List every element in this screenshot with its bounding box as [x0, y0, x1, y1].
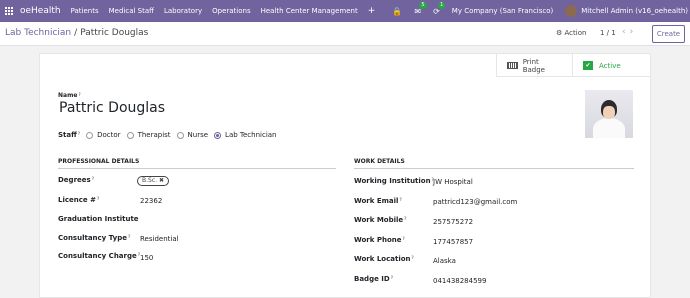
work-mobile-label: Work Mobile? [354, 216, 407, 224]
working-institution-label: Working Institution? [354, 177, 434, 185]
activity-badge: 1 [438, 1, 446, 9]
action-label: Action [564, 29, 587, 37]
menu-patients[interactable]: Patients [71, 7, 99, 15]
form-sheet: Print Badge ✔ Active Name? Pattric Dougla… [39, 53, 651, 298]
breadcrumb-parent[interactable]: Lab Technician [5, 28, 71, 38]
active-label: Active [599, 61, 621, 70]
company-switcher[interactable]: My Company (San Francisco) [452, 7, 553, 15]
badge-id-value[interactable]: 041438284599 [433, 277, 486, 285]
menu-medical-staff[interactable]: Medical Staff [109, 7, 154, 15]
work-location-label: Work Location? [354, 255, 414, 263]
staff-option-nurse[interactable]: Nurse [176, 131, 208, 139]
pager-arrows: ‹› [622, 27, 637, 37]
radio-icon[interactable] [176, 131, 184, 139]
radio-icon[interactable] [86, 131, 94, 139]
professional-details-title: PROFESSIONAL DETAILS [58, 158, 336, 169]
work-mobile-value[interactable]: 257575272 [433, 218, 473, 226]
graduation-institute-label: Graduation Institute [58, 215, 139, 223]
button-box: Print Badge ✔ Active [496, 54, 650, 77]
breadcrumb-separator: / [74, 28, 78, 38]
work-email-value[interactable]: pattricd123@gmail.com [433, 198, 517, 206]
check-icon: ✔ [583, 61, 593, 70]
radio-icon[interactable] [126, 131, 134, 139]
staff-option-doctor[interactable]: Doctor [86, 131, 121, 139]
pager-value[interactable]: 1 / 1 [600, 29, 616, 37]
chevron-left-icon[interactable]: ‹ [622, 27, 630, 37]
create-button[interactable]: Create [652, 25, 685, 43]
work-email-label: Work Email? [354, 197, 402, 205]
licence-label: Licence #? [58, 196, 100, 204]
consultancy-charge-value[interactable]: 150 [140, 254, 153, 262]
breadcrumb-current: Pattric Douglas [80, 28, 149, 38]
licence-value[interactable]: 22362 [140, 197, 162, 205]
gear-icon: ⚙ [556, 29, 563, 37]
menu-more[interactable]: + [368, 6, 376, 16]
user-menu[interactable]: Mitchell Admin (v16_oehealth) [581, 7, 688, 15]
degrees-label: Degrees? [58, 176, 95, 184]
menu-laboratory[interactable]: Laboratory [164, 7, 202, 15]
chat-icon[interactable]: ✉ 5 [414, 1, 427, 16]
consultancy-type-value[interactable]: Residential [140, 235, 179, 243]
radio-selected-icon[interactable] [214, 131, 222, 139]
menu-operations[interactable]: Operations [212, 7, 250, 15]
breadcrumb: Lab Technician / Pattric Douglas [5, 28, 148, 38]
chat-badge: 5 [419, 1, 427, 9]
top-navbar: oeHealth Patients Medical Staff Laborato… [0, 0, 690, 22]
menu-health-center-management[interactable]: Health Center Management [261, 7, 358, 15]
name-label: Name? [58, 92, 81, 99]
print-badge-label: Print Badge [522, 57, 545, 74]
barcode-icon [507, 62, 518, 69]
lock-icon[interactable]: 🔒 [392, 7, 402, 16]
work-details-title: WORK DETAILS [354, 158, 634, 169]
control-panel: Lab Technician / Pattric Douglas ⚙ Action … [0, 22, 690, 46]
consultancy-type-label: Consultancy Type? [58, 234, 131, 242]
active-toggle-button[interactable]: ✔ Active [572, 54, 650, 77]
consultancy-charge-label: Consultancy Charge? [58, 252, 141, 260]
work-phone-label: Work Phone? [354, 236, 405, 244]
work-phone-value[interactable]: 177457857 [433, 238, 473, 246]
print-badge-button[interactable]: Print Badge [496, 54, 572, 77]
chevron-right-icon[interactable]: › [630, 27, 638, 37]
staff-photo[interactable] [585, 90, 633, 138]
staff-option-therapist[interactable]: Therapist [126, 131, 171, 139]
app-brand[interactable]: oeHealth [20, 6, 61, 16]
close-icon[interactable]: ✖ [159, 177, 164, 184]
degree-tag[interactable]: B.Sc. ✖ [137, 176, 169, 186]
action-menu-button[interactable]: ⚙ Action [556, 29, 586, 37]
working-institution-value[interactable]: JW Hospital [433, 178, 473, 186]
staff-option-lab-technician[interactable]: Lab Technician [214, 131, 276, 139]
staff-label: Staff? [58, 131, 81, 139]
staff-radio-group: Staff? Doctor Therapist Nurse Lab Techni… [58, 131, 282, 139]
user-avatar[interactable] [565, 5, 578, 17]
badge-id-label: Badge ID? [354, 275, 394, 283]
work-location-value[interactable]: Alaska [433, 257, 456, 265]
activity-icon[interactable]: ⟳ 1 [433, 1, 446, 16]
apps-menu-icon[interactable] [5, 6, 14, 16]
name-field[interactable]: Pattric Douglas [59, 100, 165, 116]
